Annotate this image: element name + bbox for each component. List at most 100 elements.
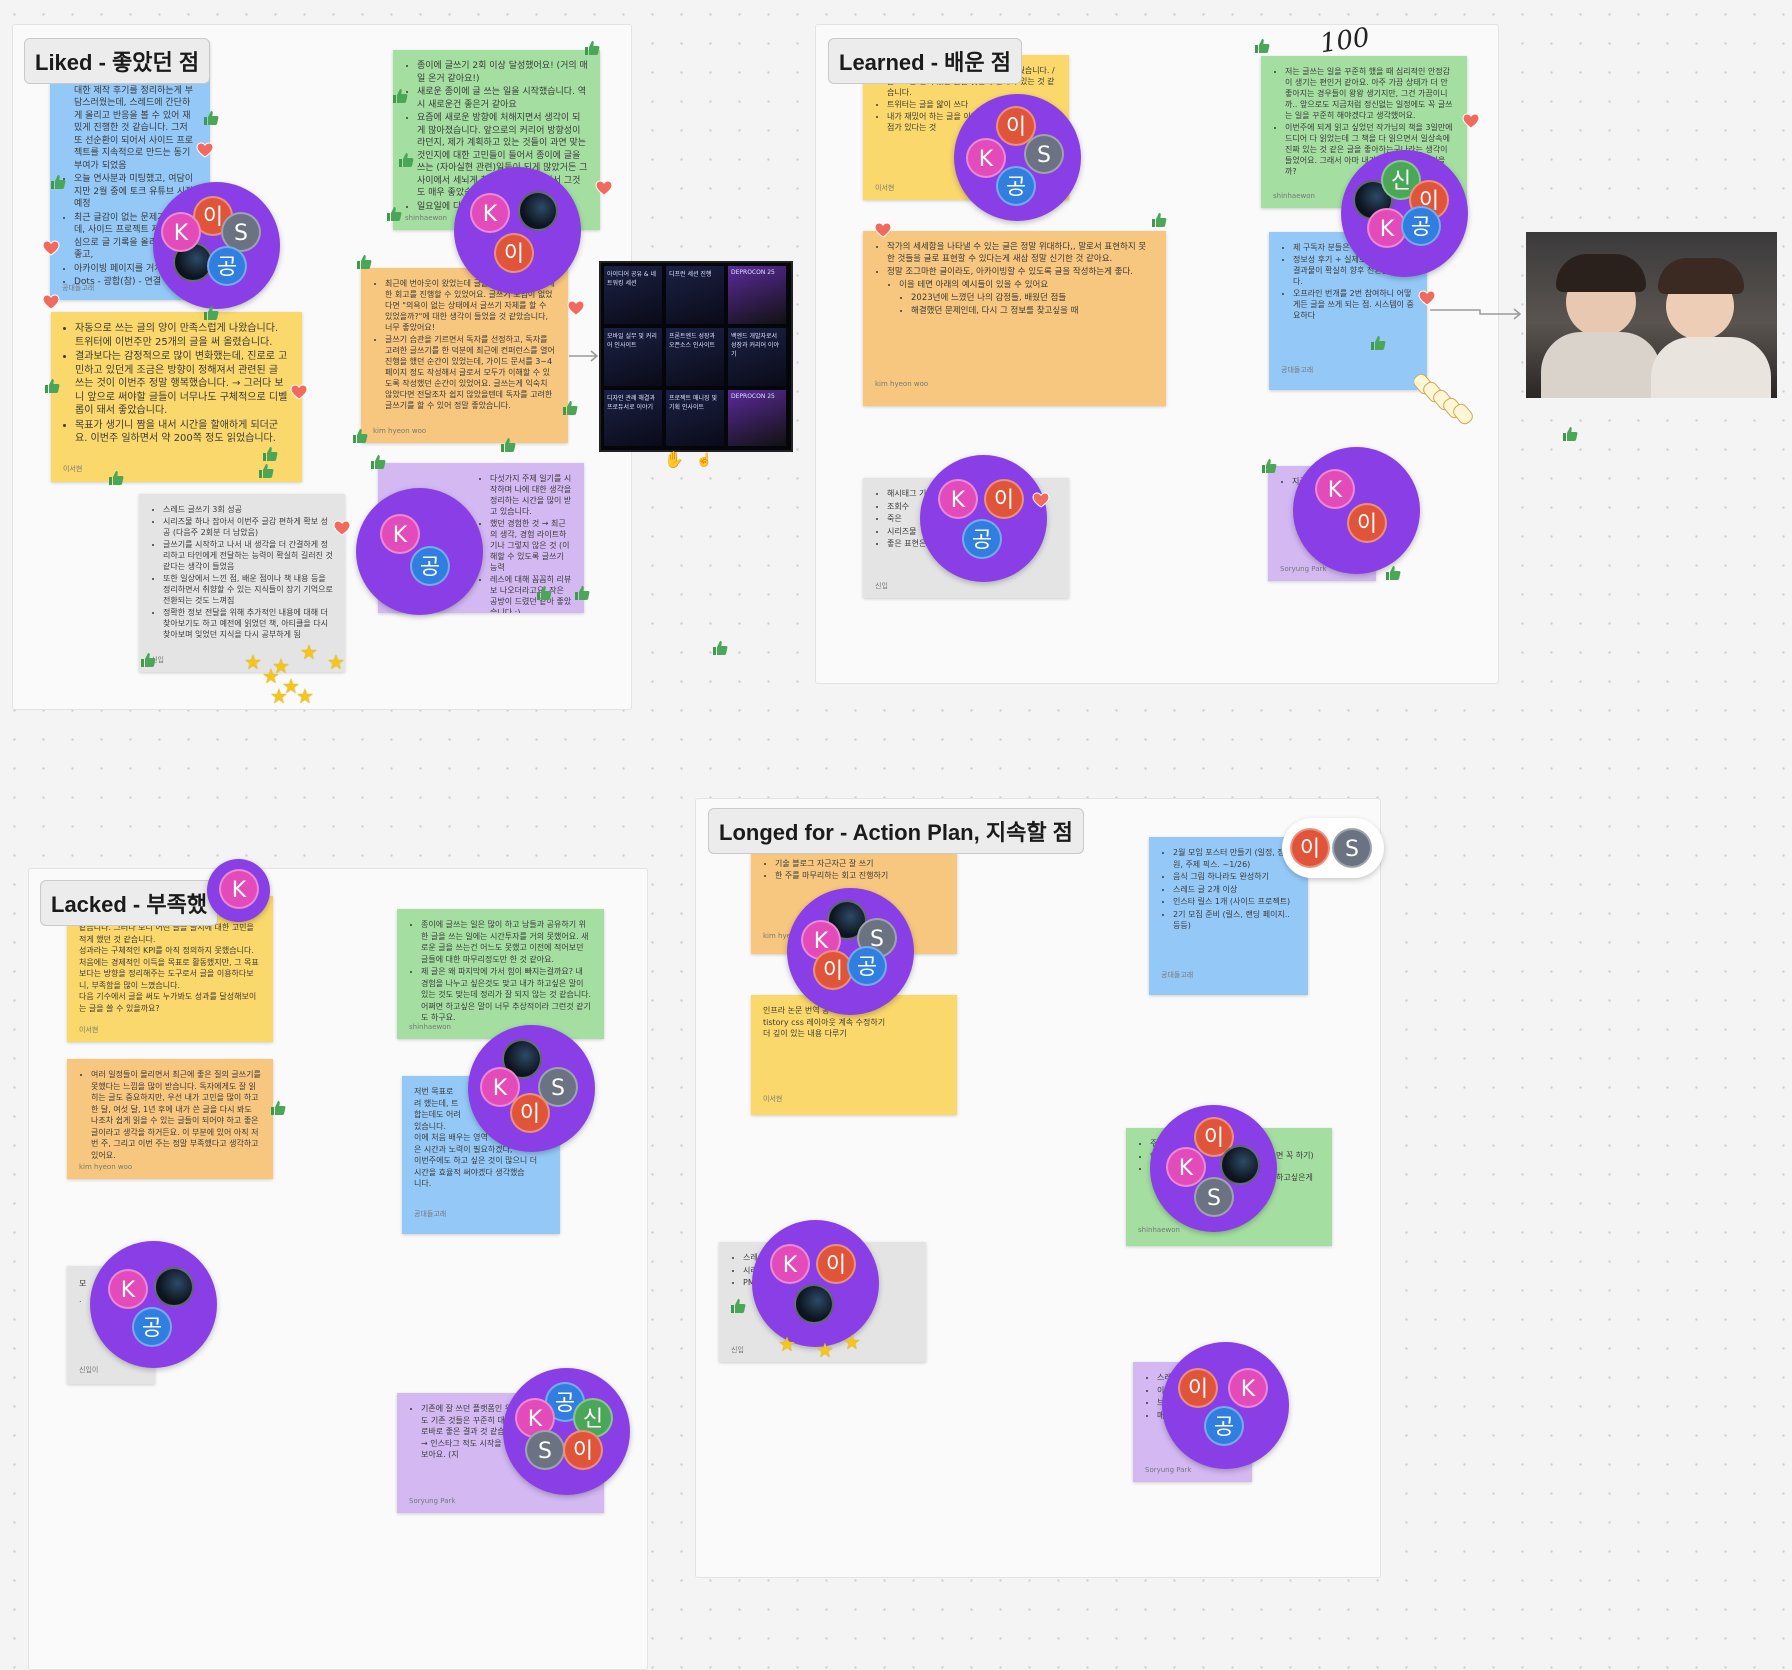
note-item: 스레드 글 2개 이상: [1173, 884, 1296, 896]
note-line: 하고싶은게: [1276, 1173, 1313, 1182]
avatar: K: [470, 193, 510, 233]
section-title-liked[interactable]: Liked - 좋았던 점: [24, 38, 211, 84]
note-item: 종이에 글쓰는 일은 많이 하고 남들과 공유하기 위한 글을 쓰는 일에는 시…: [421, 919, 592, 965]
avatar-cluster[interactable]: 이 K 공: [1162, 1342, 1289, 1469]
avatar-cluster[interactable]: 이 K S: [1150, 1105, 1277, 1232]
thumbs-up-icon: [584, 40, 600, 56]
section-title-longed[interactable]: Longed for - Action Plan, 지속할 점: [708, 808, 1084, 854]
avatar: 공: [410, 546, 450, 586]
note-author: 공대돌고래: [414, 1209, 447, 1218]
note-item: 했던 경험한 것 → 최근의 생각, 경험 라이트하기나 그렇지 않은 것 (이…: [490, 518, 572, 573]
note-author: shinhaewon: [1138, 1225, 1180, 1234]
thumbs-up-icon: [712, 640, 728, 656]
star-icon: ★: [816, 1340, 834, 1362]
sticky-note[interactable]: 종이에 글쓰는 일은 많이 하고 남들과 공유하기 위한 글을 쓰는 일에는 시…: [397, 909, 604, 1039]
avatar: 이: [984, 479, 1024, 519]
thumbs-up-icon: [203, 110, 219, 126]
avatar: 이: [494, 233, 534, 273]
avatar: 공: [1401, 206, 1441, 246]
note-author: 이서현: [79, 1025, 99, 1034]
note-author: 신입: [875, 581, 888, 590]
avatar-cluster[interactable]: K 이: [752, 1220, 879, 1347]
note-item: 정확한 정보 전달을 위해 추가적인 내용에 대해 더 찾아보기도 하고 예전에…: [163, 607, 333, 640]
avatar-cluster[interactable]: K S 이 공: [787, 888, 914, 1015]
note-item: 다섯가지 주제 일기를 시작하며 나에 대한 생각을 정리하는 시간을 많이 받…: [490, 473, 572, 517]
conference-image[interactable]: 아이디어 공유 & 네트워킹 세션 디프런 세션 진행 DEPROCON 25 …: [599, 261, 793, 452]
note-line: 면 꼭 하기): [1276, 1151, 1314, 1160]
star-icon: ★: [272, 656, 290, 678]
avatar: 이: [510, 1093, 550, 1133]
avatar-cluster[interactable]: K 공: [356, 488, 483, 615]
avatar: 공: [207, 246, 247, 286]
note-author: shinhaewon: [1273, 192, 1315, 200]
image-tile: 모바일 실무 및 커리어 인사이트: [604, 328, 662, 386]
note-item: 제 글은 왜 파지막에 가서 힘이 빠지는걸까요? 내 경험을 나누고 싶은것도…: [421, 966, 592, 1024]
avatar: [794, 1284, 834, 1324]
thumbs-up-icon: [574, 585, 590, 601]
avatar-cluster[interactable]: K 공: [90, 1241, 217, 1368]
note-author: 공대돌고래: [1161, 970, 1194, 979]
note-author: 이서현: [763, 1094, 783, 1103]
avatar-cluster[interactable]: 이 K S 공: [153, 182, 280, 309]
thumbs-up-icon: [386, 206, 402, 222]
thumbs-up-icon: [1562, 426, 1578, 442]
note-line: 다음 기수에서 글을 써도 누가봐도 성과를 달성해보이는 글을 쓸 수 있을까…: [79, 992, 257, 1013]
avatar-cluster[interactable]: K: [207, 859, 270, 922]
note-author: shinhaewon: [405, 213, 447, 222]
avatar: S: [1194, 1177, 1234, 1217]
arrow-connector: [1430, 308, 1522, 320]
note-item: 인스타 릴스 1개 (사이드 프로젝트): [1173, 896, 1296, 908]
avatar-cluster-pill[interactable]: 이 S: [1282, 818, 1384, 878]
avatar: K: [1315, 469, 1355, 509]
avatar: K: [380, 514, 420, 554]
note-author: 공대돌고래: [62, 283, 95, 292]
image-tile: 디프런 세션 진행: [666, 266, 724, 324]
avatar-cluster[interactable]: 공 K 신 S 이: [503, 1368, 630, 1495]
note-author: 이서현: [63, 464, 83, 473]
note-item: 시리즈물 하나 잡아서 이번주 글감 편하게 확보 성공 (다음주 2회분 더 …: [163, 516, 333, 538]
star-icon: ★: [244, 652, 262, 674]
thumbs-up-icon: [44, 378, 60, 394]
avatar-cluster[interactable]: K 이 공: [920, 455, 1047, 582]
avatar-cluster[interactable]: K 이: [454, 167, 581, 294]
image-tile: 아이디어 공유 & 네트워킹 세션: [604, 266, 662, 324]
note-item: 결과보다는 감정적으로 많이 변화했는데, 진로로 고민하고 있던게 조금은 방…: [75, 350, 290, 418]
sticky-note[interactable]: 여러 일정들이 몰리면서 최근에 좋은 질의 글쓰기를 못했다는 느낌을 많이 …: [67, 1059, 273, 1179]
avatar-cluster[interactable]: 이 K S 공: [954, 94, 1081, 221]
note-item: 오프라인 번개를 2번 참여하니 어떻게든 글을 쓰게 되는 점. 시스템이 중…: [1293, 288, 1415, 321]
thumbs-up-icon: [262, 446, 278, 462]
sticky-note[interactable]: 최근에 번아웃이 왔었는데 글을 쓰면서 번아웃에 대한 회고를 진행할 수 있…: [361, 268, 568, 443]
person-figure: [1556, 254, 1646, 292]
avatar: K: [938, 479, 978, 519]
note-item: 2기 모집 준비 (릴스, 랜딩 페이지.. 등등): [1173, 909, 1296, 932]
thumbs-up-icon: [1254, 38, 1270, 54]
avatar: 이: [563, 1430, 603, 1470]
section-title-lacked[interactable]: Lacked - 부족했: [40, 880, 219, 926]
image-tile: 백엔드 개발자로서 성장과 커리어 이야기: [728, 328, 786, 386]
note-item: 작가의 세세함을 나타낼 수 있는 글은 정말 위대하다,, 말로서 표현하지 …: [887, 241, 1154, 265]
note-author: 신입: [731, 1345, 744, 1354]
avatar: 이: [1178, 1368, 1218, 1408]
avatar: K: [219, 869, 259, 909]
person-figure: [1658, 258, 1744, 294]
heart-icon: [1032, 492, 1050, 508]
avatar: K: [1228, 1368, 1268, 1408]
heart-icon: [290, 384, 308, 400]
note-item: 글쓰기를 시작하고 나서 내 생각을 더 간결하게 정리하고 타인에게 전달하는…: [163, 539, 333, 572]
sticky-note[interactable]: 작가의 세세함을 나타낼 수 있는 글은 정말 위대하다,, 말로서 표현하지 …: [863, 231, 1166, 406]
hand-cursor-icon: ☝: [696, 452, 713, 467]
thumbs-up-icon: [140, 652, 156, 668]
avatar: S: [1332, 828, 1372, 868]
note-item: 사이드 프로젝트를 만들고 이에 대한 제작 후기를 정리하는게 부담스러웠는데…: [74, 72, 198, 172]
avatar-cluster[interactable]: K 이: [1293, 447, 1420, 574]
avatar-cluster[interactable]: 신 이 K 공: [1341, 150, 1468, 277]
section-title-learned[interactable]: Learned - 배운 점: [828, 38, 1022, 84]
clapping-hands-icon: [1413, 370, 1484, 428]
note-item: 이을 테면 아래의 예시들이 있을 수 있어요: [899, 279, 1154, 291]
note-item: 스레드 글쓰기 3회 성공: [163, 504, 333, 515]
avatar: 공: [847, 946, 887, 986]
star-icon: ★: [778, 1334, 796, 1356]
avatar-cluster[interactable]: K S 이: [468, 1025, 595, 1152]
people-photo[interactable]: [1526, 232, 1777, 398]
note-item: 종이에 글쓰기 2회 이상 달성했어요! (거의 매일 온거 같아요!): [417, 60, 588, 85]
